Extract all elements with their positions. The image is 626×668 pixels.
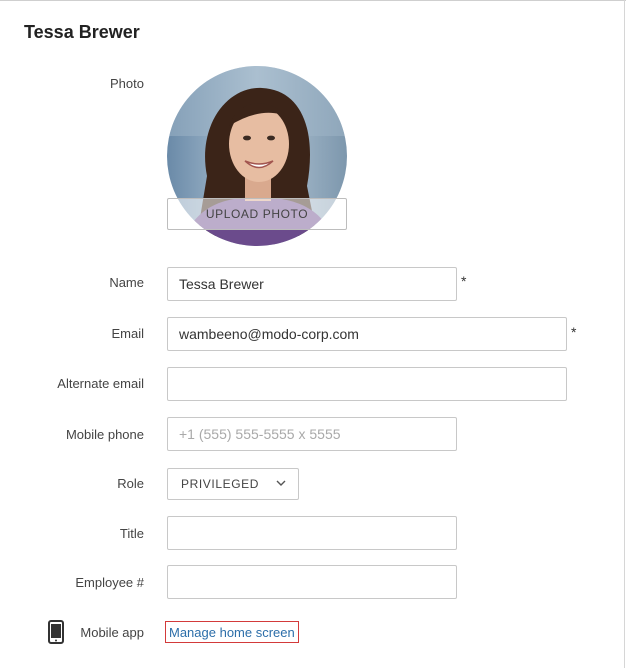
upload-photo-button[interactable]: UPLOAD PHOTO <box>167 198 347 230</box>
top-divider <box>0 0 626 1</box>
name-input[interactable]: Tessa Brewer <box>167 267 457 301</box>
email-label: Email <box>111 326 144 341</box>
mobile-phone-label: Mobile phone <box>65 427 144 442</box>
alternate-email-label: Alternate email <box>57 376 144 391</box>
role-selected-value: PRIVILEGED <box>181 477 260 491</box>
role-label: Role <box>117 476 144 491</box>
page-title: Tessa Brewer <box>24 22 140 42</box>
employee-number-label: Employee # <box>75 575 144 590</box>
title-input[interactable] <box>167 516 457 550</box>
employee-number-input[interactable] <box>167 565 457 599</box>
alternate-email-input[interactable] <box>167 367 567 401</box>
name-required-mark: * <box>461 273 467 289</box>
email-input[interactable]: wambeeno@modo-corp.com <box>167 317 567 351</box>
photo-label: Photo <box>110 76 144 91</box>
chevron-down-icon <box>276 480 286 486</box>
mobile-app-label: Mobile app <box>80 625 144 640</box>
role-select[interactable]: PRIVILEGED <box>167 468 299 500</box>
right-divider <box>624 0 625 668</box>
name-label: Name <box>109 275 144 290</box>
email-required-mark: * <box>571 324 577 340</box>
manage-home-screen-link[interactable]: Manage home screen <box>165 621 299 643</box>
title-label: Title <box>119 526 144 541</box>
mobile-phone-input[interactable]: +1 (555) 555-5555 x 5555 <box>167 417 457 451</box>
